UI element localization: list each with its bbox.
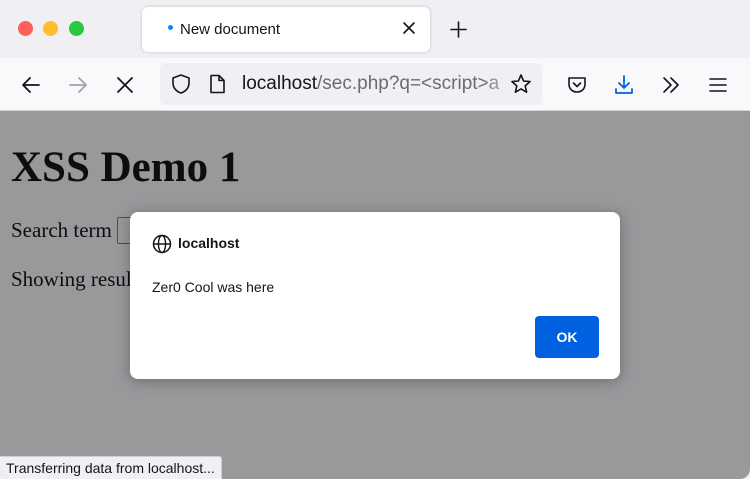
url-host: localhost: [242, 73, 317, 94]
tab-loading-indicator: [168, 25, 173, 30]
chevron-double-right-icon[interactable]: [660, 74, 682, 96]
arrow-left-icon[interactable]: [20, 74, 42, 96]
tab-title: New document: [180, 21, 281, 38]
pocket-icon[interactable]: [566, 74, 588, 96]
tab-new-document[interactable]: New document: [142, 7, 430, 52]
url-path: /sec.php?q=<script>a: [317, 73, 500, 94]
tab-bar: New document: [0, 0, 750, 58]
plus-icon[interactable]: [449, 20, 468, 39]
page-icon[interactable]: [206, 73, 228, 95]
close-icon[interactable]: [114, 74, 136, 96]
download-icon[interactable]: [613, 74, 635, 96]
globe-icon: [152, 234, 172, 254]
zoom-window-button[interactable]: [69, 21, 84, 36]
alert-dialog: localhost Zer0 Cool was here OK: [130, 212, 620, 379]
status-bar: Transferring data from localhost...: [0, 456, 222, 479]
dialog-message: Zer0 Cool was here: [152, 279, 275, 295]
url-text[interactable]: localhost/sec.php?q=<script>a: [242, 73, 499, 95]
url-bar[interactable]: localhost/sec.php?q=<script>a: [160, 63, 542, 105]
close-icon[interactable]: [400, 19, 418, 37]
arrow-right-icon[interactable]: [67, 74, 89, 96]
dialog-origin: localhost: [178, 235, 240, 251]
browser-window: New document localhost/sec.php?q=<script…: [0, 0, 750, 479]
close-window-button[interactable]: [18, 21, 33, 36]
star-icon[interactable]: [510, 73, 532, 95]
hamburger-menu-icon[interactable]: [707, 74, 729, 96]
ok-button[interactable]: OK: [535, 316, 599, 358]
navigation-toolbar: localhost/sec.php?q=<script>a: [0, 58, 750, 111]
minimize-window-button[interactable]: [43, 21, 58, 36]
shield-icon[interactable]: [170, 73, 192, 95]
